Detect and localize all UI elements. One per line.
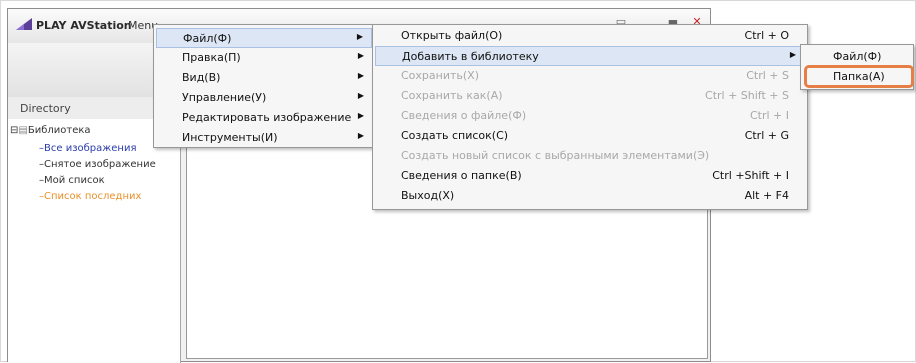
app-title: PLAY AVStation — [36, 19, 132, 32]
shortcut-label: Ctrl + S — [746, 69, 789, 82]
menu-item-control[interactable]: Управление(У) ▶ — [156, 88, 372, 108]
tree-item-all-images[interactable]: –Все изображения — [39, 143, 136, 154]
submenu-arrow-icon: ▶ — [356, 32, 363, 41]
directory-title: Directory — [20, 102, 71, 115]
menu-item-create-list-from-selection[interactable]: Создать новый список с выбранными элемен… — [375, 146, 805, 166]
file-submenu: Открыть файл(О) Ctrl + O Добавить в библи… — [372, 24, 808, 210]
submenu-arrow-icon: ▶ — [357, 71, 364, 80]
menu-item-edit-image[interactable]: Редактировать изображение ▶ — [156, 108, 372, 128]
menu-item-add-file[interactable]: Файл(Ф) — [803, 47, 911, 67]
tree-item-my-list[interactable]: –Мой список — [39, 175, 105, 186]
highlight-box — [804, 65, 914, 88]
tree-item-label: Мой список — [44, 175, 105, 186]
shortcut-label: Ctrl +Shift + I — [712, 169, 789, 182]
shortcut-label: Alt + F4 — [744, 189, 789, 202]
menu-item-view[interactable]: Вид(В) ▶ — [156, 68, 372, 88]
menu-item-open-file[interactable]: Открыть файл(О) Ctrl + O — [375, 26, 805, 46]
submenu-arrow-icon: ▶ — [789, 50, 796, 59]
tree-item-label: Все изображения — [44, 143, 137, 154]
shortcut-label: Ctrl + Shift + S — [705, 89, 789, 102]
tree-item-recent-list[interactable]: –Список последних — [39, 191, 141, 202]
menu-item-exit[interactable]: Выход(Х) Alt + F4 — [375, 186, 805, 206]
tree-root-label: Библиотека — [27, 125, 91, 136]
menu-item-edit[interactable]: Правка(П) ▶ — [156, 48, 372, 68]
menu-item-tools[interactable]: Инструменты(И) ▶ — [156, 128, 372, 148]
menu-item-file[interactable]: Файл(Ф) ▶ — [156, 28, 372, 48]
shortcut-label: Ctrl + G — [744, 129, 789, 142]
app-logo-icon — [16, 18, 32, 30]
folder-icon: ▤ — [18, 125, 28, 136]
menu-item-save-as[interactable]: Сохранить как(А) Ctrl + Shift + S — [375, 86, 805, 106]
directory-tree: ⊟▤Библиотека –Все изображения –Снятое из… — [8, 119, 181, 363]
submenu-arrow-icon: ▶ — [357, 51, 364, 60]
menu-item-create-list[interactable]: Создать список(С) Ctrl + G — [375, 126, 805, 146]
main-menu: Файл(Ф) ▶ Правка(П) ▶ Вид(В) ▶ Управление(У… — [153, 24, 375, 148]
menu-item-save[interactable]: Сохранить(Х) Ctrl + S — [375, 66, 805, 86]
tree-item-label: Список последних — [44, 191, 142, 202]
tree-root-library[interactable]: ⊟▤Библиотека — [10, 125, 91, 136]
menu-item-file-info[interactable]: Сведения о файле(Ф) Ctrl + I — [375, 106, 805, 126]
tree-item-captured-image[interactable]: –Снятое изображение — [39, 159, 156, 170]
shortcut-label: Ctrl + I — [749, 109, 789, 122]
menu-item-add-to-library[interactable]: Добавить в библиотеку ▶ — [375, 46, 805, 66]
menu-item-folder-info[interactable]: Сведения о папке(В) Ctrl +Shift + I — [375, 166, 805, 186]
submenu-arrow-icon: ▶ — [357, 111, 364, 120]
submenu-arrow-icon: ▶ — [357, 91, 364, 100]
shortcut-label: Ctrl + O — [744, 29, 789, 42]
submenu-arrow-icon: ▶ — [357, 131, 364, 140]
tree-item-label: Снятое изображение — [44, 159, 156, 170]
